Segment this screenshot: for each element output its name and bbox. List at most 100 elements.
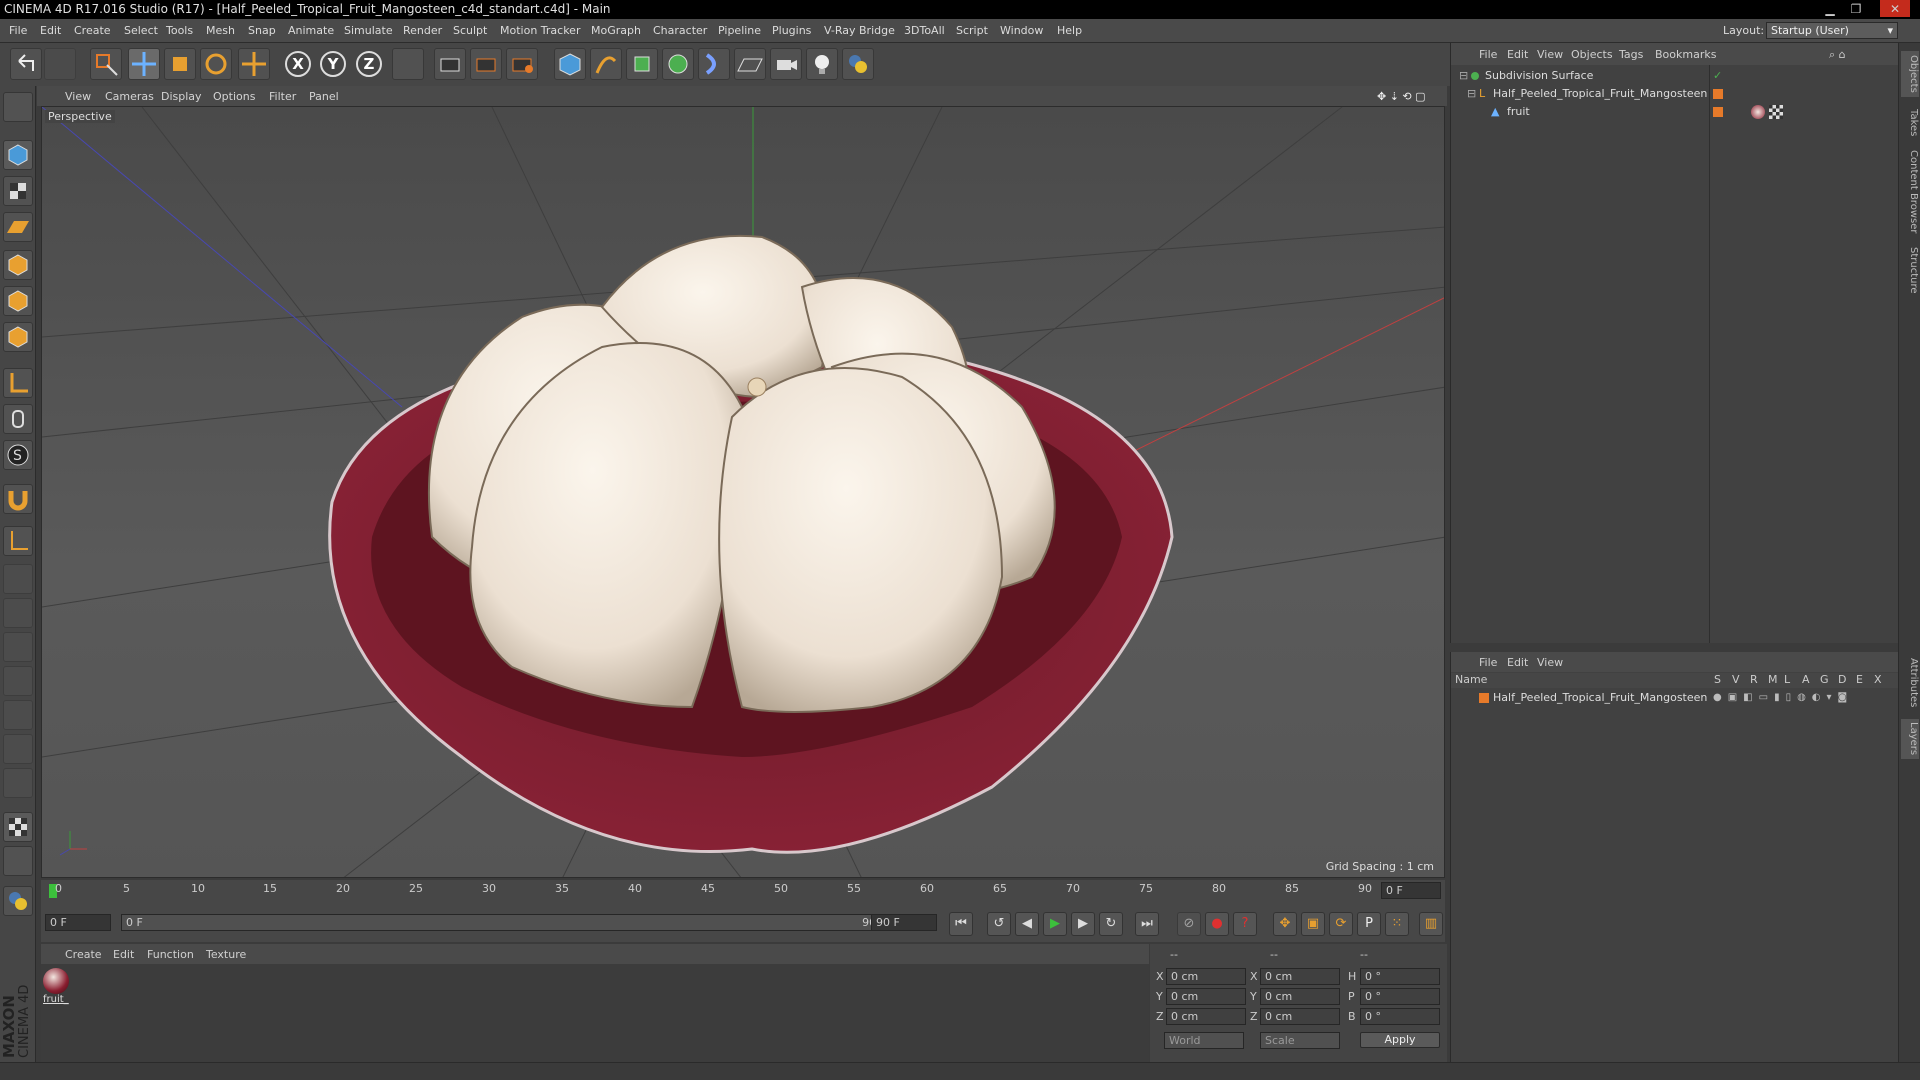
- scale-tool-button[interactable]: [164, 48, 196, 80]
- size-x-field[interactable]: 0 cm: [1260, 968, 1340, 985]
- menu-character[interactable]: Character: [653, 24, 707, 37]
- size-z-field[interactable]: 0 cm: [1260, 1008, 1340, 1025]
- menu-render[interactable]: Render: [403, 24, 442, 37]
- menu-mograph[interactable]: MoGraph: [591, 24, 641, 37]
- sculpt-tool-2[interactable]: [3, 598, 33, 628]
- 3d-viewport[interactable]: Perspective Grid Spacing : 1 cm: [41, 106, 1445, 878]
- add-light-button[interactable]: [806, 48, 838, 80]
- objects-menu-objects[interactable]: Objects: [1571, 48, 1613, 61]
- material-menu-edit[interactable]: Edit: [113, 948, 134, 961]
- objects-menu-file[interactable]: File: [1479, 48, 1497, 61]
- objects-menu-view[interactable]: View: [1537, 48, 1563, 61]
- timeline-ruler[interactable]: 0 5 10 15 20 25 30 35 40 45 50 55 60 65 …: [41, 880, 1445, 902]
- start-frame-field[interactable]: 0 F: [45, 914, 111, 931]
- texture-mode-button[interactable]: [3, 176, 33, 206]
- model-mode-button[interactable]: [3, 140, 33, 170]
- workplane-axis-button[interactable]: [3, 526, 33, 556]
- objects-menu-bookmarks[interactable]: Bookmarks: [1655, 48, 1716, 61]
- size-y-field[interactable]: 0 cm: [1260, 988, 1340, 1005]
- key-parameter-button[interactable]: P: [1357, 912, 1381, 936]
- y-axis-lock-button[interactable]: Y: [320, 51, 346, 77]
- x-axis-lock-button[interactable]: X: [285, 51, 311, 77]
- objects-menu-tags[interactable]: Tags: [1619, 48, 1643, 61]
- python-button[interactable]: [842, 48, 874, 80]
- menu-edit[interactable]: Edit: [40, 24, 61, 37]
- maximize-icon[interactable]: ❐: [1844, 0, 1868, 17]
- goto-end-button[interactable]: ⏭: [1135, 912, 1159, 936]
- python-script-button[interactable]: [3, 886, 33, 916]
- tab-content-browser[interactable]: Content Browser: [1901, 147, 1919, 237]
- render-picture-viewer-button[interactable]: [470, 48, 502, 80]
- goto-start-button[interactable]: ⏮: [949, 912, 973, 936]
- snap-button[interactable]: S: [3, 440, 33, 470]
- objects-menu-edit[interactable]: Edit: [1507, 48, 1528, 61]
- next-frame-button[interactable]: ▶: [1071, 912, 1095, 936]
- render-settings-button[interactable]: [506, 48, 538, 80]
- coordinate-system-button[interactable]: [392, 48, 424, 80]
- menu-motion-tracker[interactable]: Motion Tracker: [500, 24, 580, 37]
- menu-select[interactable]: Select: [124, 24, 158, 37]
- apply-button[interactable]: Apply: [1360, 1032, 1440, 1048]
- tab-objects[interactable]: Objects: [1901, 51, 1919, 97]
- key-pla-button[interactable]: ⁙: [1385, 912, 1409, 936]
- sculpt-tool-1[interactable]: [3, 564, 33, 594]
- key-scale-button[interactable]: ▣: [1301, 912, 1325, 936]
- viewport-menu-panel[interactable]: Panel: [309, 90, 339, 103]
- menu-sculpt[interactable]: Sculpt: [453, 24, 487, 37]
- sculpt-tool-4[interactable]: [3, 666, 33, 696]
- menu-animate[interactable]: Animate: [288, 24, 334, 37]
- add-spline-button[interactable]: [590, 48, 622, 80]
- add-deformer-button[interactable]: [698, 48, 730, 80]
- menu-script[interactable]: Script: [956, 24, 988, 37]
- menu-help[interactable]: Help: [1057, 24, 1082, 37]
- position-z-field[interactable]: 0 cm: [1166, 1008, 1246, 1025]
- layer-color-swatch[interactable]: [1713, 107, 1723, 117]
- object-row-subdivision[interactable]: ⊟ Subdivision Surface ✓: [1451, 67, 1899, 85]
- key-position-button[interactable]: ✥: [1273, 912, 1297, 936]
- tab-layers[interactable]: Layers: [1901, 719, 1919, 759]
- live-selection-button[interactable]: [90, 48, 122, 80]
- current-frame-field[interactable]: 0 F: [1381, 882, 1441, 899]
- menu-window[interactable]: Window: [1000, 24, 1043, 37]
- tab-takes[interactable]: Takes: [1901, 103, 1919, 143]
- transform-tool-button[interactable]: [238, 48, 270, 80]
- add-camera-button[interactable]: [770, 48, 802, 80]
- paint-tool-button[interactable]: [3, 812, 33, 842]
- rotation-h-field[interactable]: 0 °: [1360, 968, 1440, 985]
- object-row-mangosteen[interactable]: ⊟ L Half_Peeled_Tropical_Fruit_Mangostee…: [1451, 85, 1899, 103]
- prev-keyframe-button[interactable]: ↺: [987, 912, 1011, 936]
- sculpt-tool-7[interactable]: [3, 768, 33, 798]
- menu-mesh[interactable]: Mesh: [206, 24, 235, 37]
- add-cube-button[interactable]: [554, 48, 586, 80]
- close-icon[interactable]: ✕: [1880, 0, 1910, 17]
- material-menu-texture[interactable]: Texture: [206, 948, 246, 961]
- position-x-field[interactable]: 0 cm: [1166, 968, 1246, 985]
- uv-tag-icon[interactable]: [1769, 105, 1783, 119]
- viewport-menu-filter[interactable]: Filter: [269, 90, 296, 103]
- coordinate-mode-dropdown[interactable]: World: [1164, 1032, 1244, 1049]
- layers-menu-view[interactable]: View: [1537, 656, 1563, 669]
- menu-create[interactable]: Create: [74, 24, 111, 37]
- polygons-mode-button[interactable]: [3, 322, 33, 352]
- frame-range-slider[interactable]: 0 F90 F: [121, 914, 901, 931]
- menu-vray-bridge[interactable]: V-Ray Bridge: [824, 24, 895, 37]
- redo-button[interactable]: [44, 48, 76, 80]
- layers-menu-edit[interactable]: Edit: [1507, 656, 1528, 669]
- end-frame-field[interactable]: 90 F: [871, 914, 937, 931]
- magnet-button[interactable]: [3, 484, 33, 514]
- workplane-mode-button[interactable]: [3, 212, 33, 242]
- record-keys-button[interactable]: ⊘: [1177, 912, 1201, 936]
- material-menu-create[interactable]: Create: [65, 948, 102, 961]
- minimize-icon[interactable]: ▁: [1818, 0, 1842, 17]
- play-button[interactable]: ▶: [1043, 912, 1067, 936]
- menu-simulate[interactable]: Simulate: [344, 24, 393, 37]
- menu-snap[interactable]: Snap: [248, 24, 276, 37]
- tab-structure[interactable]: Structure: [1901, 241, 1919, 299]
- layer-row[interactable]: Half_Peeled_Tropical_Fruit_Mangosteen ●▣…: [1451, 689, 1899, 707]
- collapse-icon[interactable]: ⊟: [1467, 85, 1476, 103]
- viewport-menu-view[interactable]: View: [65, 90, 91, 103]
- axis-mode-button[interactable]: [3, 368, 33, 398]
- layers-menu-file[interactable]: File: [1479, 656, 1497, 669]
- layer-color-swatch[interactable]: [1713, 89, 1723, 99]
- material-swatch-fruit[interactable]: fruit_: [43, 968, 71, 1008]
